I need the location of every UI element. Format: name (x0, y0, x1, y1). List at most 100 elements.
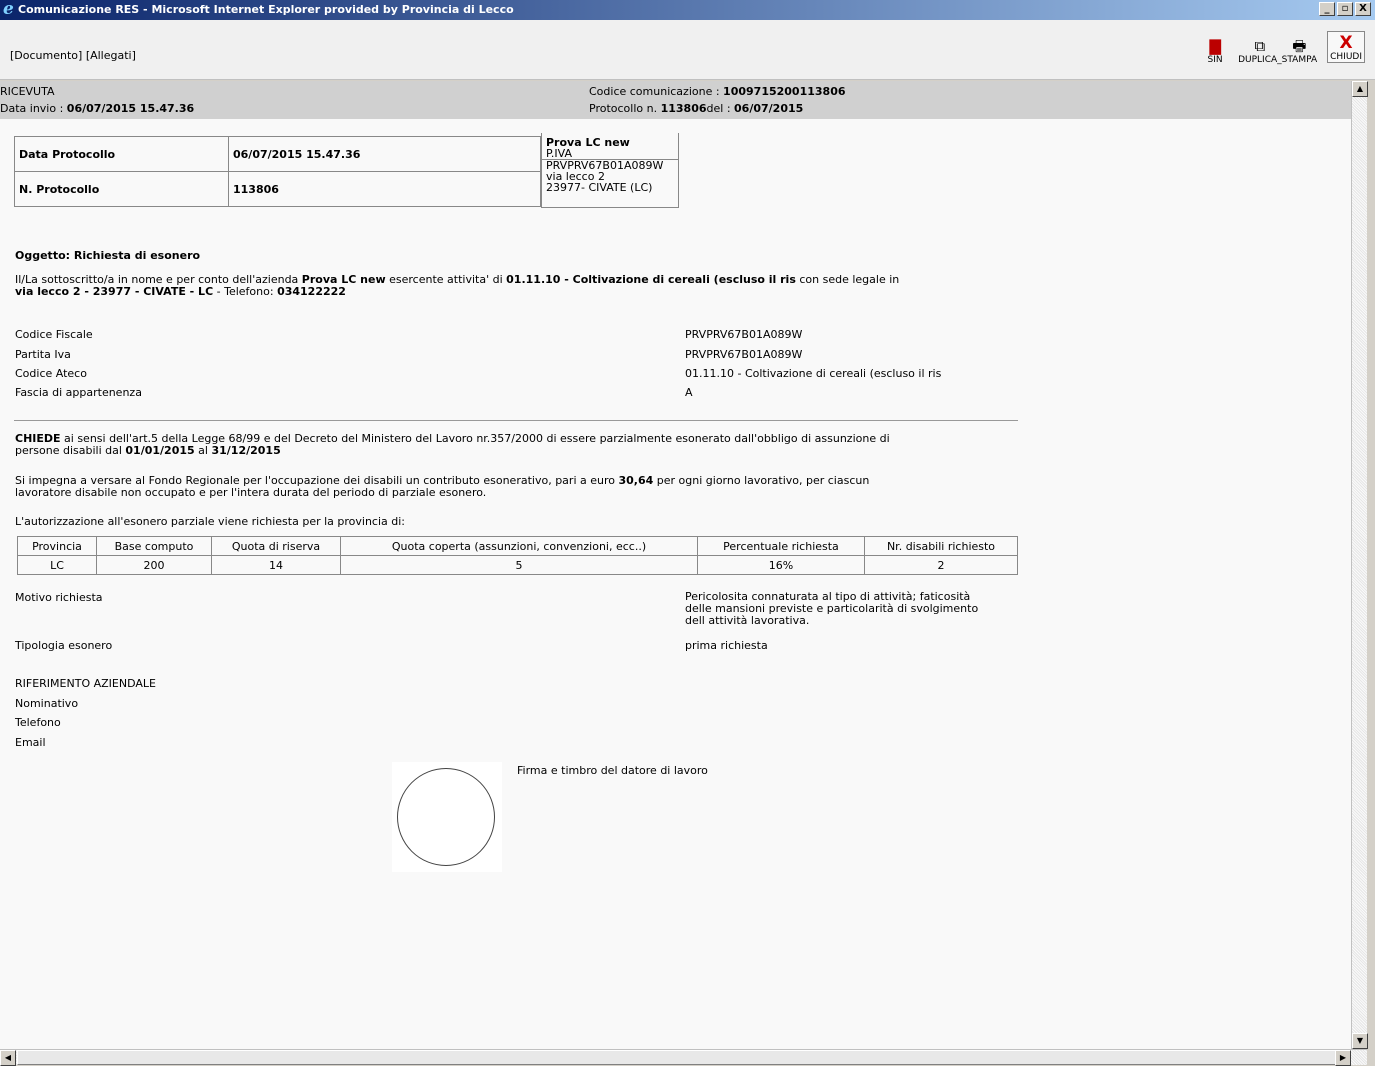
table-header: Quota coperta (assunzioni, convenzioni, … (340, 536, 698, 556)
receipt-type: RICEVUTA (0, 85, 55, 98)
table-cell: 5 (340, 555, 698, 575)
email-label: Email (15, 736, 46, 749)
stampa-button[interactable]: 🖶 STAMPA (1282, 37, 1317, 65)
del-value: 06/07/2015 (734, 102, 804, 115)
toolbar: [Documento] [Allegati] ▇ SIN ⧉ DUPLICA_ … (0, 20, 1375, 80)
intro-text: esercente attivita' di (385, 273, 507, 286)
telefono-label: Telefono (15, 716, 61, 729)
table-cell: 113806 (228, 171, 541, 207)
impegna-paragraph: Si impegna a versare al Fondo Regionale … (15, 475, 1025, 499)
chiudi-button[interactable]: X CHIUDI (1327, 31, 1365, 63)
table-header: Nr. disabili richiesto (864, 536, 1018, 556)
stamp-area (392, 762, 502, 872)
table-header-row: Provincia Base computo Quota di riserva … (17, 536, 1018, 556)
close-window-button[interactable]: X (1355, 2, 1371, 16)
motivo-label: Motivo richiesta (15, 591, 103, 604)
duplica-label: DUPLICA_ (1238, 55, 1282, 65)
protocollo-value: 113806 (660, 102, 707, 115)
detail-value: PRVPRV67B01A089W (685, 328, 803, 341)
chiede-from: 01/01/2015 (125, 444, 195, 457)
protocollo-label: Protocollo n. (589, 102, 661, 115)
table-cell: 06/07/2015 15.47.36 (228, 136, 541, 172)
nominativo-label: Nominativo (15, 697, 79, 710)
scroll-left-button[interactable]: ◀ (0, 1050, 16, 1066)
vertical-scrollbar[interactable]: ▲ ▼ (1351, 81, 1368, 1049)
table-row: N. Protocollo 113806 (14, 171, 541, 207)
allegati-link[interactable]: [Allegati] (86, 49, 136, 62)
intro-text: con sede legale in (795, 273, 900, 286)
province-table: Provincia Base computo Quota di riserva … (17, 536, 1018, 575)
documento-link[interactable]: [Documento] (10, 49, 82, 62)
tipologia-label: Tipologia esonero (15, 639, 113, 652)
impegna-text: lavoratore disabile non occupato e per l… (15, 486, 487, 499)
del-label: del : (706, 102, 735, 115)
intro-address: via lecco 2 - 23977 - CIVATE - LC (15, 285, 214, 298)
copy-icon: ⧉ (1254, 37, 1266, 55)
firma-label: Firma e timbro del datore di lavoro (517, 764, 708, 777)
horizontal-scroll-thumb[interactable] (17, 1050, 1337, 1065)
codice-value: 1009715200113806 (723, 85, 846, 98)
printer-icon: 🖶 (1292, 37, 1307, 55)
detail-label: Codice Ateco (15, 367, 87, 380)
pdf-icon: ▇ (1209, 37, 1221, 55)
motivo-value: Pericolosita connaturata al tipo di atti… (685, 591, 1025, 627)
table-header: Provincia (17, 536, 97, 556)
intro-paragraph: Il/La sottoscritto/a in nome e per conto… (15, 274, 1025, 298)
motivo-line: dell attività lavorativa. (685, 614, 810, 627)
riferimento-title: RIFERIMENTO AZIENDALE (15, 677, 156, 690)
company-city: 23977- CIVATE (LC) (546, 181, 653, 194)
company-piva-label: P.IVA (546, 147, 573, 160)
sin-button[interactable]: ▇ SIN (1206, 37, 1224, 65)
table-cell: LC (17, 555, 97, 575)
protocollo-header: Protocollo n. 113806del : 06/07/2015 (589, 102, 803, 115)
stampa-label: STAMPA (1281, 55, 1318, 65)
scroll-down-button[interactable]: ▼ (1352, 1033, 1368, 1049)
autorizzazione-text: L'autorizzazione all'esonero parziale vi… (15, 515, 406, 528)
intro-phone: 034122222 (277, 285, 346, 298)
table-header: Percentuale richiesta (697, 536, 865, 556)
chiudi-label: CHIUDI (1330, 52, 1362, 62)
table-cell: 2 (864, 555, 1018, 575)
ie-logo-icon: e (3, 0, 14, 19)
maximize-button[interactable]: ▫ (1337, 2, 1353, 16)
document-content: RICEVUTA Data invio : 06/07/2015 15.47.3… (0, 81, 1351, 1049)
divider (14, 420, 1018, 421)
intro-ateco: 01.11.10 - Coltivazione di cereali (escl… (506, 273, 796, 286)
table-cell: 200 (96, 555, 212, 575)
detail-value: PRVPRV67B01A089W (685, 348, 803, 361)
scroll-up-button[interactable]: ▲ (1352, 81, 1368, 97)
chiede-to: 31/12/2015 (211, 444, 281, 457)
codice-comunicazione: Codice comunicazione : 1009715200113806 (589, 85, 846, 98)
table-cell: Data Protocollo (14, 136, 229, 172)
sin-label: SIN (1207, 55, 1223, 65)
company-box: Prova LC new P.IVA PRVPRV67B01A089W via … (541, 133, 679, 208)
data-invio-label: Data invio : (0, 102, 67, 115)
table-cell: 14 (211, 555, 341, 575)
chiede-text: al (194, 444, 212, 457)
scroll-right-button[interactable]: ▶ (1335, 1050, 1351, 1066)
table-header: Base computo (96, 536, 212, 556)
receipt-header: RICEVUTA Data invio : 06/07/2015 15.47.3… (0, 81, 1351, 119)
window-title: Comunicazione RES - Microsoft Internet E… (18, 3, 514, 16)
table-row: LC 200 14 5 16% 2 (17, 555, 1018, 575)
codice-label: Codice comunicazione : (589, 85, 724, 98)
minimize-button[interactable]: _ (1319, 2, 1335, 16)
horizontal-scrollbar[interactable]: ◀ ▶ (0, 1049, 1367, 1066)
table-cell: 16% (697, 555, 865, 575)
impegna-amount: 30,64 (618, 474, 654, 487)
detail-label: Partita Iva (15, 348, 71, 361)
table-header: Quota di riserva (211, 536, 341, 556)
intro-text: - Telefono: (213, 285, 278, 298)
protocol-table: Data Protocollo 06/07/2015 15.47.36 N. P… (14, 136, 541, 207)
duplica-button[interactable]: ⧉ DUPLICA_ (1238, 37, 1282, 65)
window-titlebar: e Comunicazione RES - Microsoft Internet… (0, 0, 1375, 20)
table-cell: N. Protocollo (14, 171, 229, 207)
impegna-text: per ogni giorno lavorativo, per ciascun (653, 474, 870, 487)
table-row: Data Protocollo 06/07/2015 15.47.36 (14, 136, 541, 172)
tipologia-value: prima richiesta (685, 639, 768, 652)
detail-value: A (685, 386, 693, 399)
detail-label: Codice Fiscale (15, 328, 93, 341)
stamp-circle (397, 768, 495, 866)
detail-label: Fascia di appartenenza (15, 386, 142, 399)
oggetto: Oggetto: Richiesta di esonero (15, 249, 201, 262)
